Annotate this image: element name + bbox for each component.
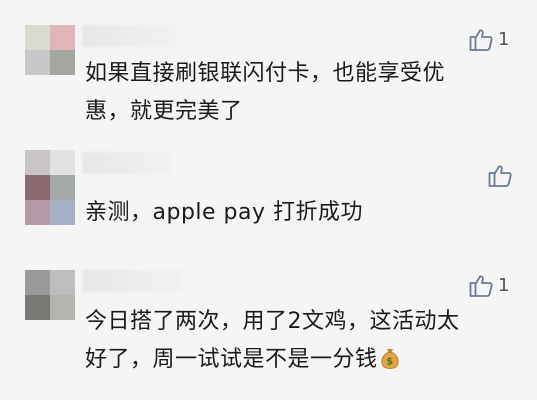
like-button[interactable] [487,162,517,190]
comment-text-segment: 好了，周一试试是不是一分钱 [85,347,378,372]
thumbs-up-icon [469,29,493,51]
comment-text: 亲测，apple pay 打折成功 [85,194,520,232]
avatar-tile [50,50,75,75]
avatar-tile [50,295,75,320]
avatar-tile [25,25,50,50]
avatar[interactable] [25,150,75,225]
avatar-tile [25,200,50,225]
avatar-tile [50,25,75,50]
username-blurred[interactable] [82,25,177,47]
avatar-tile [25,175,50,200]
comment-text-line: 惠，就更完美了 [85,99,243,124]
comment-text: 如果直接刷银联闪付卡，也能享受优 惠，就更完美了 [85,55,520,131]
like-count: 1 [498,275,510,296]
avatar-tile [50,175,75,200]
comment-text-line: 今日搭了两次，用了2文鸡，这活动太 [85,309,460,334]
comment-text-line: 亲测，apple pay 打折成功 [85,200,364,225]
like-button[interactable]: 1 [468,272,509,300]
avatar-tile [25,150,50,175]
avatar[interactable] [25,25,75,75]
avatar-tile [25,270,50,295]
comment-text-line: 如果直接刷银联闪付卡，也能享受优 [85,61,446,86]
money-bag-icon: $ [380,349,399,369]
like-count: 1 [498,29,510,50]
avatar-tile [25,295,50,320]
thumbs-up-icon [469,275,493,297]
username-blurred[interactable] [82,152,172,174]
avatar-tile [50,150,75,175]
avatar[interactable] [25,270,75,320]
like-button[interactable]: 1 [468,26,509,54]
avatar-tile [50,270,75,295]
avatar-tile [25,50,50,75]
comment-text-line: 好了，周一试试是不是一分钱 $ [85,341,520,379]
thumbs-up-icon [488,165,512,187]
svg-text:$: $ [386,357,393,368]
username-blurred[interactable] [82,270,182,292]
avatar-tile [50,200,75,225]
comment-text: 今日搭了两次，用了2文鸡，这活动太 好了，周一试试是不是一分钱 $ [85,303,520,379]
